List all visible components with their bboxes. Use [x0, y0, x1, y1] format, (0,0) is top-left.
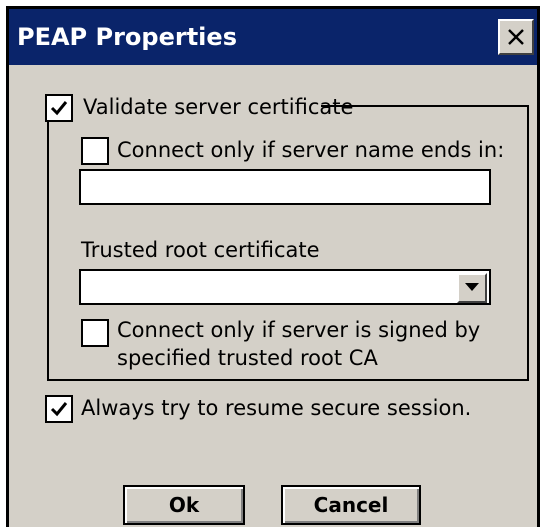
server-name-input[interactable]	[79, 169, 491, 205]
window-title: PEAP Properties	[17, 23, 237, 51]
group-legend: Validate server certificate	[39, 92, 353, 122]
resume-session-checkbox[interactable]	[45, 395, 73, 423]
checkmark-icon	[50, 101, 68, 116]
validate-certificate-label: Validate server certificate	[83, 95, 354, 119]
close-button[interactable]	[498, 19, 534, 55]
cancel-button[interactable]: Cancel	[281, 485, 421, 525]
validate-certificate-checkbox[interactable]	[45, 94, 73, 122]
signed-by-checkbox[interactable]	[81, 319, 109, 347]
close-icon	[508, 29, 524, 45]
signed-by-label-line2: specified trusted root CA	[117, 346, 378, 370]
peap-properties-dialog: PEAP Properties Validate server certific…	[6, 6, 540, 527]
trusted-root-dropdown[interactable]	[79, 269, 491, 305]
dropdown-button[interactable]	[457, 273, 487, 303]
chevron-down-icon	[465, 283, 479, 291]
ok-button[interactable]: Ok	[123, 485, 245, 525]
server-name-label: Connect only if server name ends in:	[117, 138, 505, 162]
trusted-root-label: Trusted root certificate	[81, 238, 320, 262]
checkmark-icon	[50, 402, 68, 417]
resume-session-label: Always try to resume secure session.	[81, 396, 472, 420]
server-name-checkbox[interactable]	[81, 137, 109, 165]
title-bar: PEAP Properties	[9, 9, 537, 65]
signed-by-label-line1: Connect only if server is signed by	[117, 318, 481, 342]
